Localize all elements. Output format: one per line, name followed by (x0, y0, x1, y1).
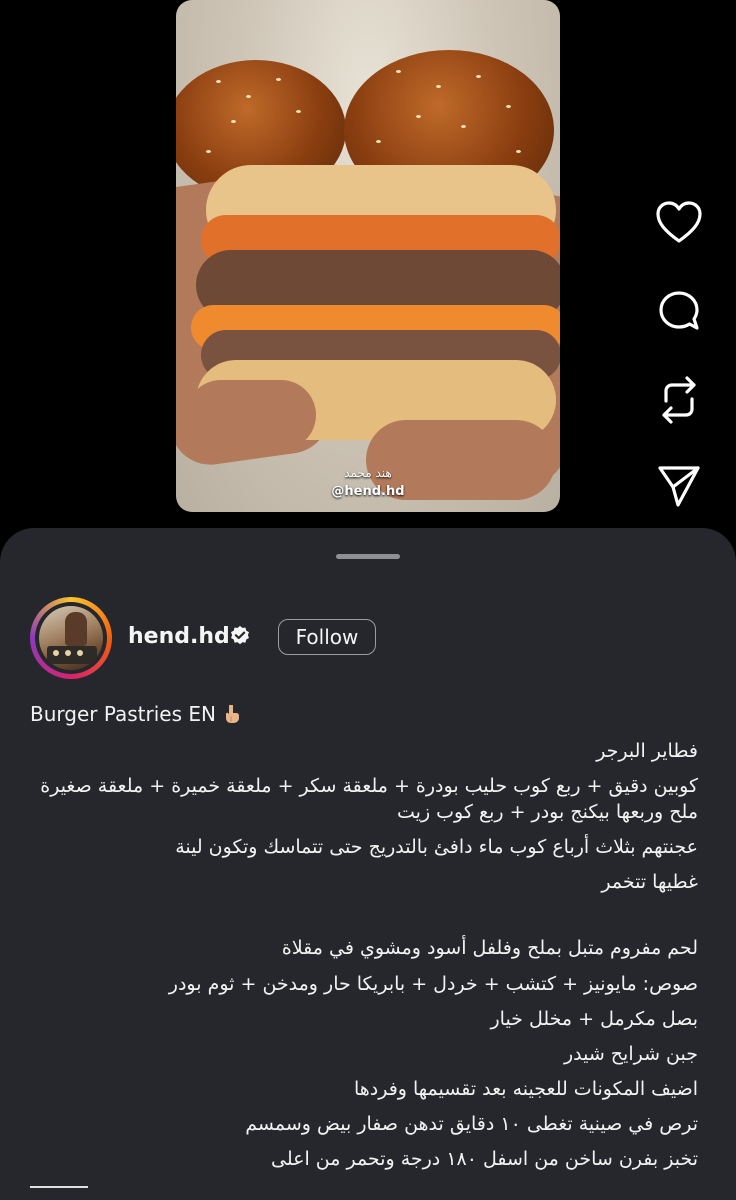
username[interactable]: hend.hd (128, 624, 230, 649)
caption-line: بصل مكرمل + مخلل خيار (490, 1008, 698, 1030)
video-player[interactable]: هند محمد @hend.hd (176, 0, 560, 512)
send-icon (658, 466, 700, 507)
avatar (35, 602, 107, 674)
caption-line: فطاير البرجر (596, 740, 698, 762)
heart-icon (656, 201, 702, 243)
repost-icon (662, 376, 696, 424)
comment-button[interactable] (655, 289, 703, 337)
caption-line: اضيف المكونات للعجينه بعد تقسيمها وفردها (353, 1078, 698, 1100)
caption-line: صوص: مايونيز + كتشب + خردل + بابريكا حار… (168, 973, 698, 995)
follow-button[interactable]: Follow (278, 619, 376, 655)
caption-line: ترص في صينية تغطى ١٠ دقايق تدهن صفار بيض… (245, 1113, 698, 1135)
caption-line: لحم مفروم متبل بملح وفلفل أسود ومشوي في … (281, 937, 698, 959)
caption-line: غطيها تتخمر (601, 871, 698, 893)
caption-sheet: hend.hd Follow Burger Pastries EN فطاير … (0, 528, 736, 1200)
avatar-story-ring[interactable] (30, 597, 112, 679)
caption-line: تخبز بفرن ساخن من اسفل ١٨٠ درجة وتحمر من… (271, 1148, 698, 1170)
share-button[interactable] (655, 462, 703, 510)
like-button[interactable] (655, 198, 703, 246)
pointing-down-emoji-icon (226, 705, 239, 723)
caption-line: عجنتهم بثلاث أرباع كوب ماء دافئ بالتدريج… (175, 836, 698, 858)
video-watermark-name: هند محمد (344, 466, 392, 480)
caption-more-divider (30, 1186, 88, 1188)
sheet-drag-handle[interactable] (336, 554, 400, 559)
thumb-left (186, 380, 316, 450)
video-watermark-handle: @hend.hd (331, 484, 405, 499)
avatar-image (39, 606, 103, 670)
comment-icon (659, 291, 699, 330)
verified-badge-icon (231, 625, 249, 645)
caption-line: جبن شرايح شيدر (563, 1043, 698, 1065)
caption-title: Burger Pastries EN (30, 702, 242, 726)
caption-title-text: Burger Pastries EN (30, 702, 216, 726)
repost-button[interactable] (655, 376, 703, 424)
caption-line: كوبين دقيق + ربع كوب حليب بودرة + ملعقة … (40, 775, 698, 823)
